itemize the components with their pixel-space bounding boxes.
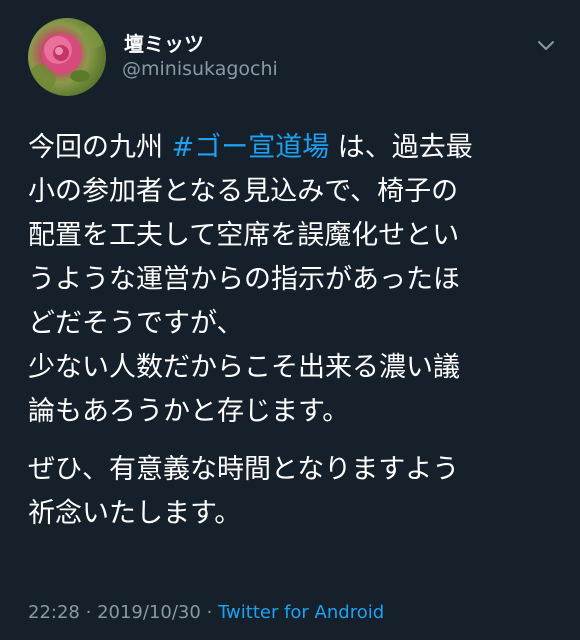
tweet-line: 小の参加者となる見込みで、椅子の <box>28 176 459 207</box>
chevron-down-icon[interactable] <box>536 38 556 54</box>
tweet-card: 壇ミッツ @minisukagochi 今回の九州 #ゴー宣道場 は、過去最 小… <box>0 0 580 640</box>
tweet-line: うような運営からの指示があったほ <box>28 264 460 295</box>
rose-flower-avatar[interactable] <box>28 18 106 96</box>
tweet-text: 今回の九州 #ゴー宣道場 は、過去最 小の参加者となる見込みで、椅子の 配置を工… <box>28 126 556 536</box>
meta-separator: · <box>85 602 92 623</box>
tweet-meta: 22:28 · 2019/10/30 · Twitter for Android <box>28 602 384 623</box>
user-handle[interactable]: @minisukagochi <box>122 58 278 80</box>
tweet-text-segment: は、過去最 <box>329 132 473 163</box>
tweet-line: 今回の九州 #ゴー宣道場 は、過去最 <box>28 126 556 170</box>
tweet-line: 論もあろうかと存じます。 <box>28 396 350 427</box>
tweet-text-segment: 今回の九州 <box>28 132 172 163</box>
tweet-line: どだそうですが、 <box>28 308 244 339</box>
meta-separator: · <box>206 602 213 623</box>
tweet-time[interactable]: 22:28 <box>28 602 80 623</box>
display-name[interactable]: 壇ミッツ <box>124 28 204 57</box>
tweet-line: ぜひ、有意義な時間となりますよう <box>28 454 460 485</box>
client-link[interactable]: Twitter for Android <box>218 602 384 623</box>
tweet-date[interactable]: 2019/10/30 <box>97 602 201 623</box>
tweet-line: 祈念いたします。 <box>28 498 242 529</box>
hashtag-link[interactable]: #ゴー宣道場 <box>172 132 330 163</box>
tweet-line: 配置を工夫して空席を誤魔化せとい <box>28 220 460 251</box>
tweet-line: 少ない人数だからこそ出来る濃い議 <box>28 352 460 383</box>
